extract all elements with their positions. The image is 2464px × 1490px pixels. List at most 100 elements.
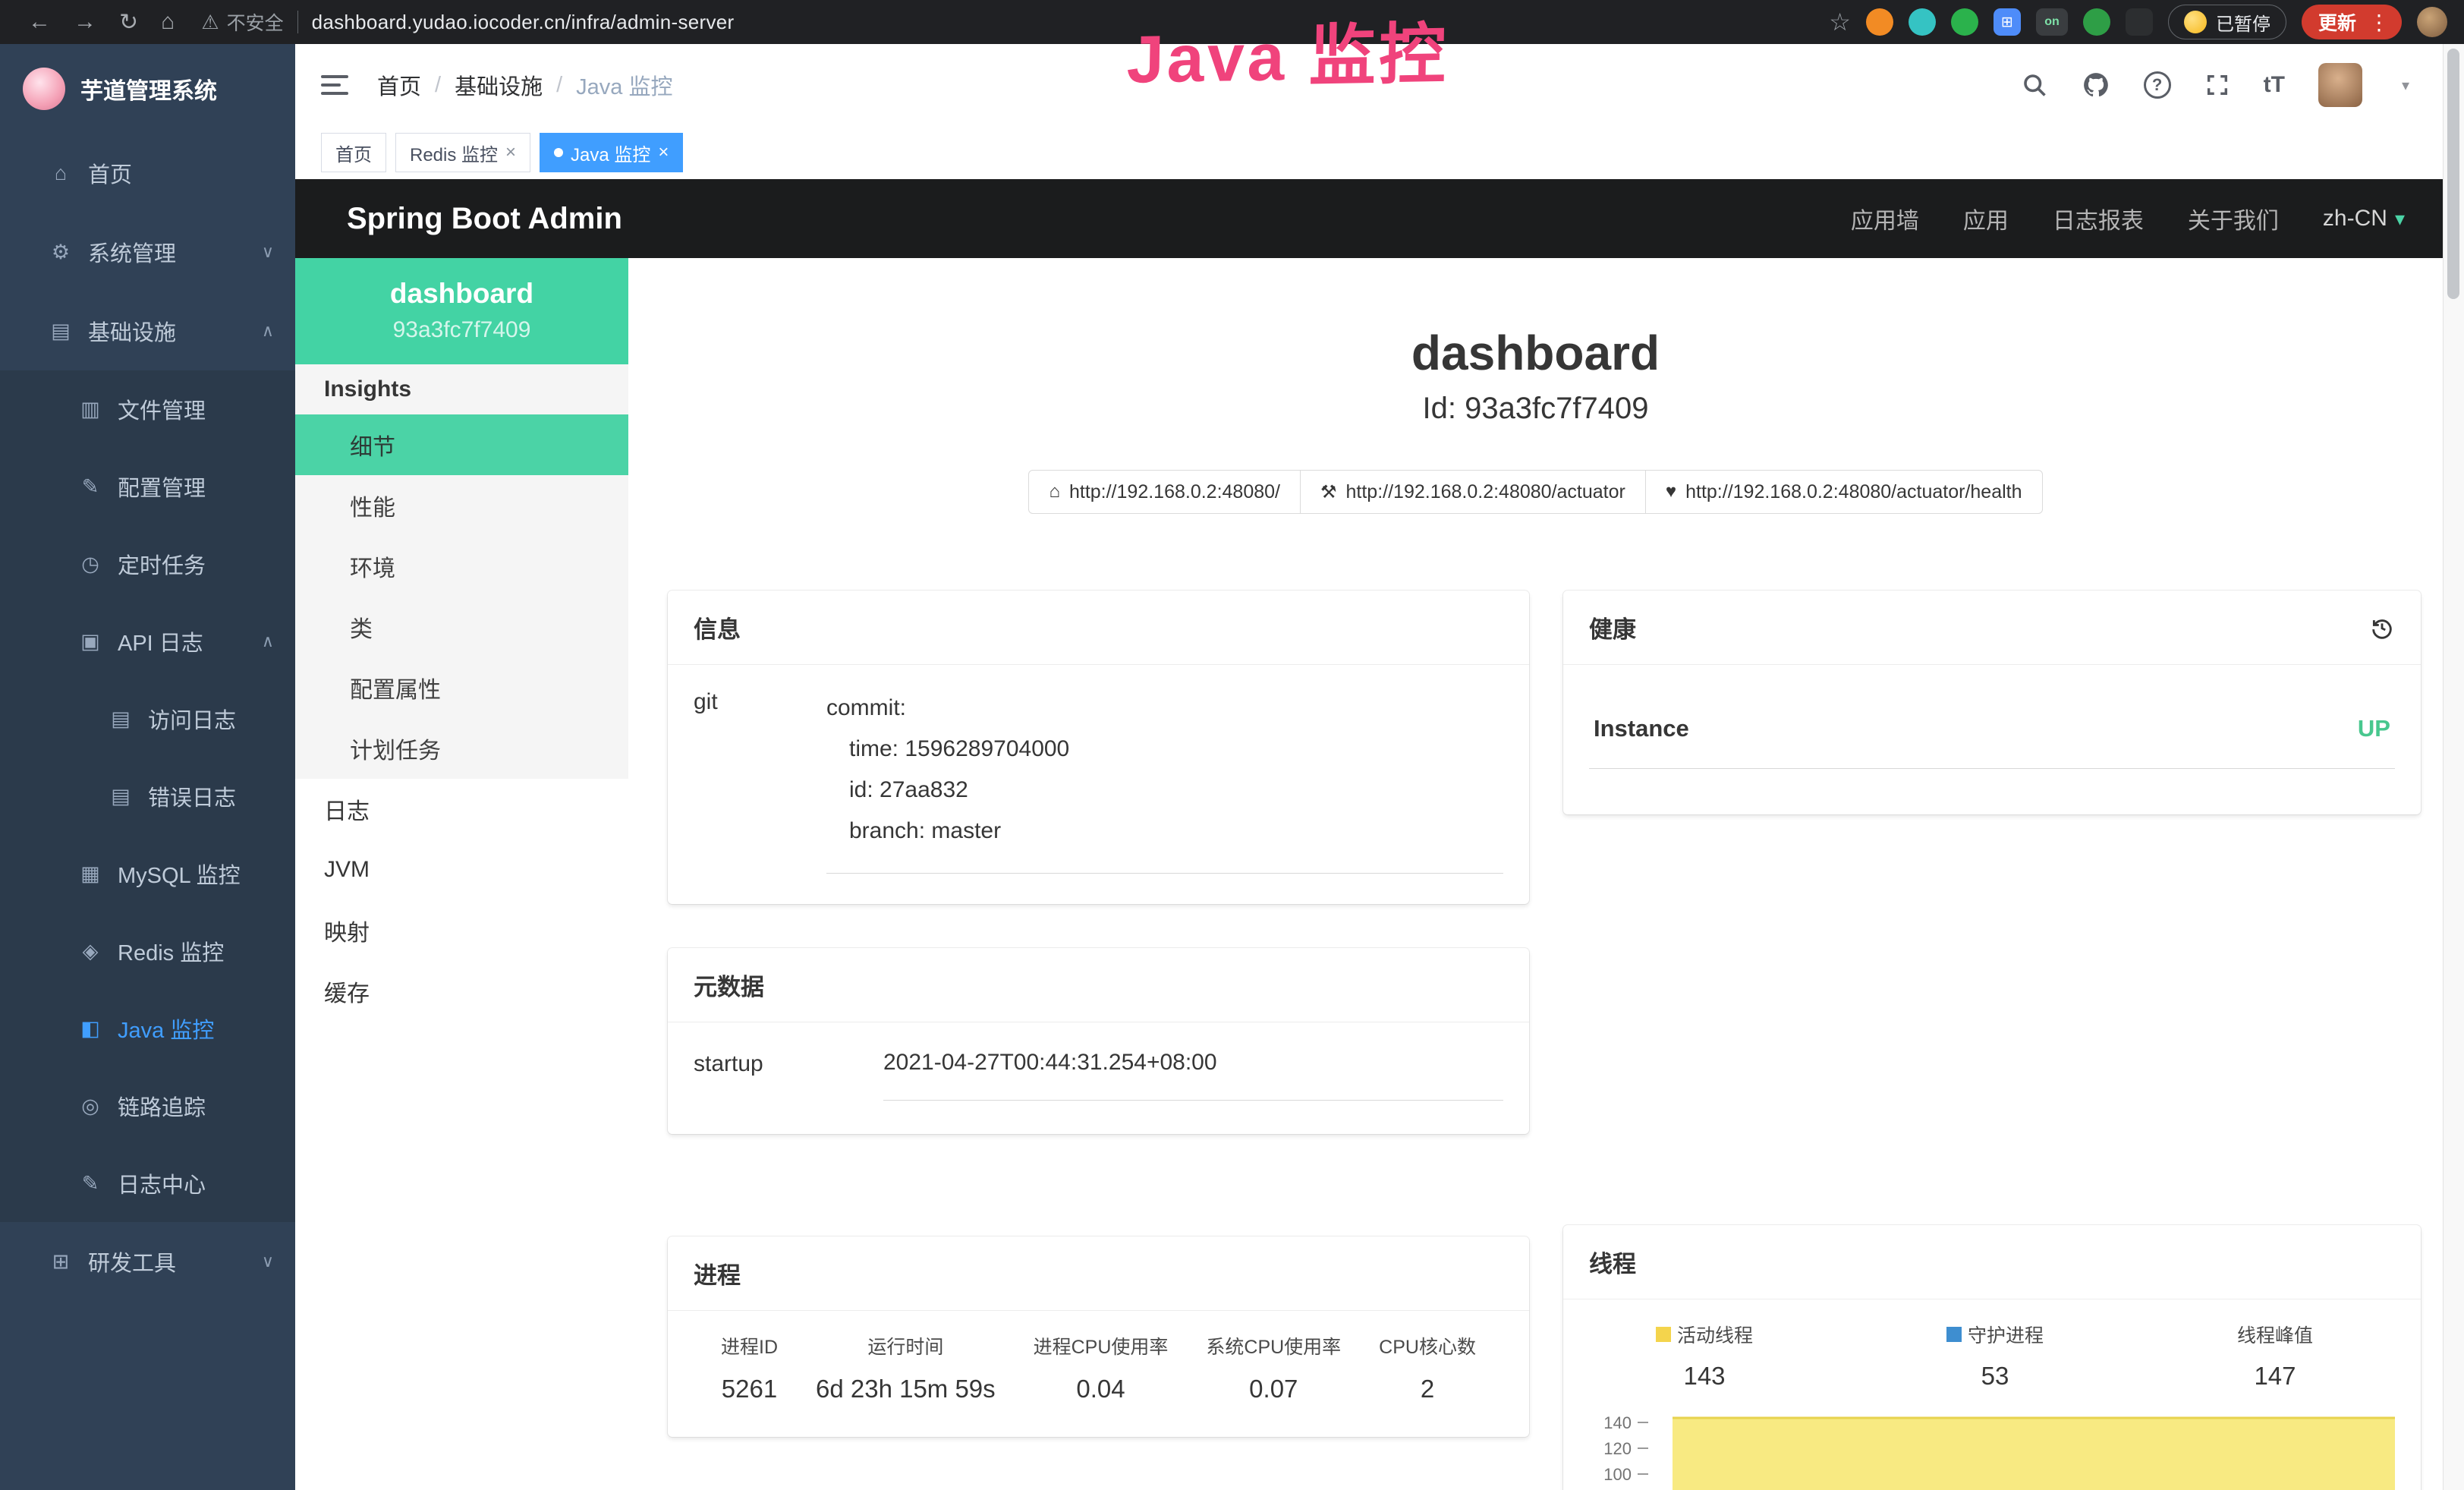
chevron-up-icon: ∧ bbox=[262, 632, 274, 651]
infrastructure-icon: ▤ bbox=[44, 320, 77, 343]
sidebar-item-config-management[interactable]: ✎ 配置管理 bbox=[0, 448, 295, 525]
chevron-down-icon: ∨ bbox=[262, 1252, 274, 1271]
extension-icon-green[interactable] bbox=[1951, 8, 1978, 36]
security-warning-label[interactable]: 不安全 bbox=[227, 8, 284, 36]
tab-java-monitor[interactable]: Java 监控 × bbox=[540, 133, 683, 172]
legend-item-daemon: 守护进程 53 bbox=[1946, 1321, 2044, 1391]
hamburger-icon[interactable] bbox=[321, 74, 348, 96]
threads-card-title: 线程 bbox=[1589, 1245, 1636, 1279]
security-warning-icon[interactable]: ⚠ bbox=[201, 11, 219, 34]
sba-main: dashboard Id: 93a3fc7f7409 ⌂ http://192.… bbox=[628, 258, 2443, 1490]
sidebar-item-access-logs[interactable]: ▤ 访问日志 bbox=[0, 680, 295, 758]
scrollbar-thumb[interactable] bbox=[2447, 49, 2459, 299]
paused-badge-label: 已暂停 bbox=[2216, 9, 2270, 36]
reload-icon[interactable]: ↻ bbox=[119, 9, 138, 36]
sidebar-item-scheduled-tasks[interactable]: ◷ 定时任务 bbox=[0, 525, 295, 603]
sba-nav-about[interactable]: 关于我们 bbox=[2188, 202, 2279, 235]
update-button[interactable]: 更新 ⋮ bbox=[2302, 5, 2402, 39]
sidebar-item-redis-monitor[interactable]: ◈ Redis 监控 bbox=[0, 912, 295, 990]
extension-icon-on[interactable]: on bbox=[2036, 8, 2068, 36]
sba-menu-jvm[interactable]: JVM bbox=[295, 840, 628, 900]
close-icon[interactable]: × bbox=[505, 142, 516, 163]
metric-value: 5261 bbox=[721, 1375, 778, 1403]
sidebar-item-system-management[interactable]: ⚙ 系统管理 ∨ bbox=[0, 213, 295, 291]
sidebar-item-tracing[interactable]: ◎ 链路追踪 bbox=[0, 1067, 295, 1145]
history-icon[interactable] bbox=[2369, 615, 2395, 641]
threads-chart: 140 120 100 bbox=[1588, 1401, 2396, 1490]
url-text[interactable]: dashboard.yudao.iocoder.cn/infra/admin-s… bbox=[312, 11, 735, 34]
sba-nav-journal[interactable]: 日志报表 bbox=[2053, 202, 2144, 235]
sidebar-item-label: API 日志 bbox=[118, 625, 262, 657]
sba-menu-scheduled-tasks[interactable]: 计划任务 bbox=[295, 718, 628, 779]
user-avatar[interactable] bbox=[2318, 63, 2362, 107]
legend-swatch-yellow bbox=[1656, 1327, 1671, 1342]
sidebar-item-file-management[interactable]: ▥ 文件管理 bbox=[0, 370, 295, 448]
back-icon[interactable]: ← bbox=[28, 9, 51, 35]
bookmark-star-icon[interactable]: ☆ bbox=[1829, 8, 1851, 36]
threads-legend: 活动线程 143 守护进程 53 线程峰值 bbox=[1588, 1321, 2396, 1391]
sidebar-item-home[interactable]: ⌂ 首页 bbox=[0, 134, 295, 213]
sba-menu-performance[interactable]: 性能 bbox=[295, 475, 628, 536]
process-metric: 进程ID 5261 bbox=[721, 1332, 778, 1403]
instance-link-root[interactable]: ⌂ http://192.168.0.2:48080/ bbox=[1028, 470, 1301, 514]
instance-link-health[interactable]: ♥ http://192.168.0.2:48080/actuator/heal… bbox=[1645, 470, 2043, 514]
sba-nav-wallboard[interactable]: 应用墙 bbox=[1851, 202, 1919, 235]
tab-redis-monitor[interactable]: Redis 监控 × bbox=[395, 133, 530, 172]
extension-icon-orange[interactable] bbox=[1866, 8, 1893, 36]
legend-value: 143 bbox=[1656, 1362, 1753, 1391]
browser-home-icon[interactable]: ⌂ bbox=[161, 9, 175, 35]
sba-menu-classes[interactable]: 类 bbox=[295, 597, 628, 657]
browser-menu-icon[interactable]: ⋮ bbox=[2368, 10, 2390, 35]
metric-label: 进程CPU使用率 bbox=[1034, 1332, 1169, 1359]
sba-menu-details[interactable]: 细节 bbox=[295, 414, 628, 475]
avatar-caret-icon[interactable]: ▾ bbox=[2402, 76, 2409, 95]
git-commit-line: commit: bbox=[826, 688, 1503, 729]
breadcrumb-home[interactable]: 首页 bbox=[377, 69, 421, 101]
sidebar-item-infrastructure[interactable]: ▤ 基础设施 ∧ bbox=[0, 291, 295, 370]
health-card-title: 健康 bbox=[1589, 610, 1636, 644]
app-logo[interactable]: 芋道管理系统 bbox=[0, 44, 295, 134]
sidebar-item-error-logs[interactable]: ▤ 错误日志 bbox=[0, 758, 295, 835]
extension-icon-leaf[interactable] bbox=[2083, 8, 2110, 36]
search-icon[interactable] bbox=[2021, 71, 2048, 99]
fullscreen-icon[interactable] bbox=[2204, 72, 2230, 98]
instance-header[interactable]: dashboard 93a3fc7f7409 bbox=[295, 258, 628, 364]
close-icon[interactable]: × bbox=[658, 142, 669, 163]
browser-toolbar-right: ☆ ⊞ on 已暂停 更新 ⋮ bbox=[1829, 5, 2447, 39]
log-icon: ▣ bbox=[74, 630, 107, 654]
address-bar[interactable]: ⚠ 不安全 dashboard.yudao.iocoder.cn/infra/a… bbox=[201, 8, 734, 36]
sba-nav-applications[interactable]: 应用 bbox=[1963, 202, 2009, 235]
sidebar-item-java-monitor[interactable]: ◧ Java 监控 bbox=[0, 990, 295, 1067]
font-size-icon[interactable]: tT bbox=[2264, 72, 2285, 98]
sidebar-item-mysql-monitor[interactable]: ▦ MySQL 监控 bbox=[0, 835, 295, 912]
github-icon[interactable] bbox=[2082, 71, 2110, 99]
sba-menu-mappings[interactable]: 映射 bbox=[295, 900, 628, 961]
table-row[interactable]: Instance UP bbox=[1589, 698, 2395, 769]
help-icon[interactable]: ? bbox=[2144, 71, 2171, 99]
process-card-header: 进程 bbox=[668, 1236, 1529, 1311]
sidebar-item-dev-tools[interactable]: ⊞ 研发工具 ∨ bbox=[0, 1222, 295, 1301]
instance-link-actuator[interactable]: ⚒ http://192.168.0.2:48080/actuator bbox=[1300, 470, 1646, 514]
scrollbar[interactable] bbox=[2443, 44, 2464, 1490]
sba-menu-caches[interactable]: 缓存 bbox=[295, 961, 628, 1022]
paused-badge[interactable]: 已暂停 bbox=[2168, 5, 2286, 39]
forward-icon[interactable]: → bbox=[74, 9, 96, 35]
extensions-puzzle-icon[interactable] bbox=[2126, 8, 2153, 36]
breadcrumb-infrastructure[interactable]: 基础设施 bbox=[455, 69, 543, 101]
sba-locale-select[interactable]: zh-CN ▾ bbox=[2323, 206, 2405, 232]
sidebar-item-log-center[interactable]: ✎ 日志中心 bbox=[0, 1145, 295, 1222]
sba-menu-config-props[interactable]: 配置属性 bbox=[295, 657, 628, 718]
tab-home[interactable]: 首页 bbox=[321, 133, 386, 172]
instance-link-label: http://192.168.0.2:48080/actuator/health bbox=[1685, 481, 2022, 503]
extension-icon-drop[interactable] bbox=[1909, 8, 1936, 36]
breadcrumb-java-monitor: Java 监控 bbox=[576, 69, 672, 101]
sba-menu-logs[interactable]: 日志 bbox=[295, 779, 628, 840]
sidebar-item-api-logs[interactable]: ▣ API 日志 ∧ bbox=[0, 603, 295, 680]
sba-brand-title[interactable]: Spring Boot Admin bbox=[347, 202, 622, 236]
sba-menu-environment[interactable]: 环境 bbox=[295, 536, 628, 597]
browser-profile-avatar[interactable] bbox=[2417, 7, 2447, 37]
extension-icon-grid[interactable]: ⊞ bbox=[1994, 8, 2021, 36]
sidebar-item-label: 访问日志 bbox=[148, 703, 274, 735]
tab-label: Java 监控 bbox=[571, 140, 650, 166]
legend-value: 53 bbox=[1946, 1362, 2044, 1391]
